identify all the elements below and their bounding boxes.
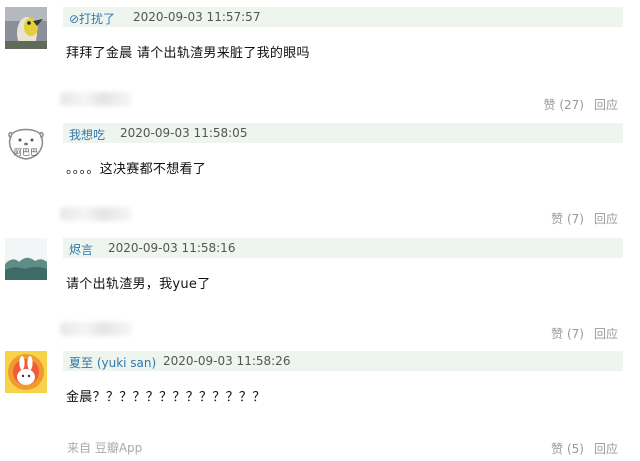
blurred-text (60, 322, 132, 336)
source-label: 来自 豆瓣App (67, 441, 143, 455)
timestamp: 2020-09-03 11:58:16 (108, 241, 236, 255)
reply-button[interactable]: 回应 (594, 98, 618, 112)
avatar[interactable]: 阿巴巴 (5, 123, 47, 165)
reply-button[interactable]: 回应 (594, 442, 618, 456)
comment-meta: 烬言 2020-09-03 11:58:16 (63, 238, 623, 258)
like-button[interactable]: 赞 (27) (544, 98, 584, 112)
author-link[interactable]: ⊘打扰了 (69, 10, 115, 27)
author-link[interactable]: 夏至 (yuki san) (69, 354, 156, 371)
comment-actions: 赞 (7) 回应 (551, 325, 618, 342)
parrot-avatar-icon (5, 7, 47, 49)
avatar[interactable] (5, 7, 47, 49)
like-button[interactable]: 赞 (7) (551, 327, 584, 341)
like-button[interactable]: 赞 (7) (551, 212, 584, 226)
comment-meta: 我想吃 2020-09-03 11:58:05 (63, 123, 623, 143)
timestamp: 2020-09-03 11:58:05 (120, 126, 248, 140)
comment-actions: 赞 (5) 回应 (551, 440, 618, 457)
comment-meta: ⊘打扰了 2020-09-03 11:57:57 (63, 7, 623, 27)
comment-text: 拜拜了金晨 请个出轨渣男来脏了我的眼吗 (66, 46, 310, 61)
blurred-text (60, 207, 132, 221)
timestamp: 2020-09-03 11:58:26 (163, 354, 291, 368)
reply-button[interactable]: 回应 (594, 212, 618, 226)
author-link[interactable]: 我想吃 (69, 126, 105, 143)
blurred-text (60, 92, 132, 106)
avatar[interactable] (5, 351, 47, 393)
svg-text:阿巴巴: 阿巴巴 (14, 148, 38, 157)
comment-text: 。。。。这决赛都不想看了 (66, 162, 207, 177)
author-link[interactable]: 烬言 (69, 241, 93, 258)
timestamp: 2020-09-03 11:57:57 (133, 10, 261, 24)
comment-actions: 赞 (7) 回应 (551, 210, 618, 227)
comment-item: ⊘打扰了 2020-09-03 11:57:57 拜拜了金晨 请个出轨渣男来脏了… (0, 2, 640, 117)
comment-actions: 赞 (27) 回应 (544, 96, 618, 113)
bear-avatar-icon: 阿巴巴 (5, 123, 47, 165)
comment-text: 金晨？？？？？？？？？？？？？ (66, 390, 266, 405)
reply-button[interactable]: 回应 (594, 327, 618, 341)
rabbit-sun-avatar-icon (5, 351, 47, 393)
comment-item: 夏至 (yuki san) 2020-09-03 11:58:26 金晨？？？？… (0, 346, 640, 461)
landscape-avatar-icon (5, 238, 47, 280)
comment-text: 请个出轨渣男，我yue了 (66, 277, 211, 292)
comment-item: 阿巴巴 我想吃 2020-09-03 11:58:05 。。。。这决赛都不想看了… (0, 118, 640, 233)
like-button[interactable]: 赞 (5) (551, 442, 584, 456)
comment-item: 烬言 2020-09-03 11:58:16 请个出轨渣男，我yue了 赞 (7… (0, 233, 640, 348)
avatar[interactable] (5, 238, 47, 280)
comment-meta: 夏至 (yuki san) 2020-09-03 11:58:26 (63, 351, 623, 371)
